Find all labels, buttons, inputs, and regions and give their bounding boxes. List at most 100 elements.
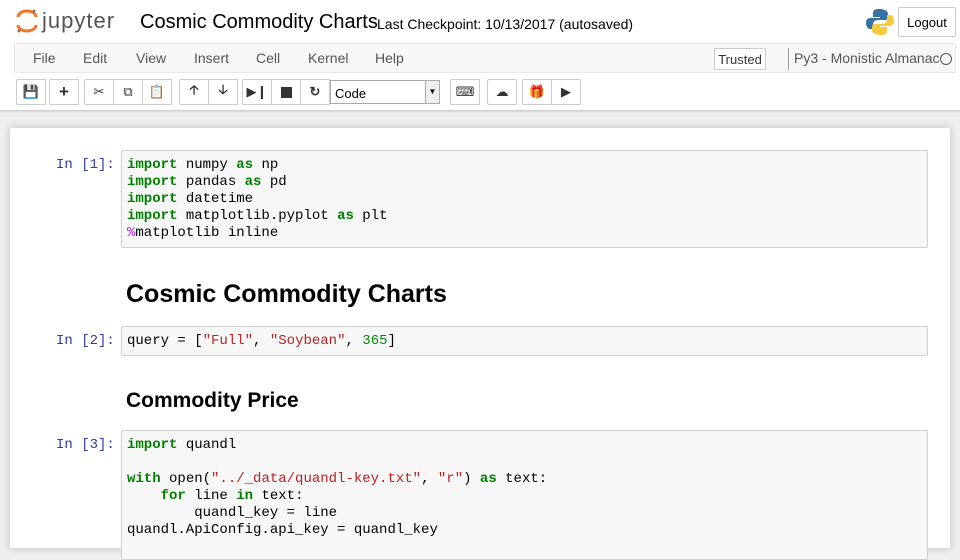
jupyter-logo-icon xyxy=(16,9,38,33)
cell-prompt: In [1]: xyxy=(56,157,115,173)
code-line: for line in text: xyxy=(127,488,922,505)
code-token: matplotlib.pyplot xyxy=(177,208,338,224)
kernel-idle-icon xyxy=(940,53,952,65)
kernel-name[interactable]: Py3 - Monistic Almanac xyxy=(794,50,940,66)
restart-icon: ↻ xyxy=(309,84,321,99)
code-token: 365 xyxy=(362,333,388,349)
code-token: import xyxy=(127,174,178,190)
save-button[interactable]: 💾 xyxy=(16,79,46,105)
cell-type-select[interactable]: Code ▼ xyxy=(330,80,440,104)
code-token: datetime xyxy=(177,191,254,207)
run-button[interactable]: ▶❙ xyxy=(242,79,272,105)
code-token: np xyxy=(253,157,279,173)
menu-kernel[interactable]: Kernel xyxy=(308,50,348,66)
logo-text: jupyter xyxy=(42,8,116,33)
code-token: in xyxy=(236,488,254,504)
notebook-page: In [1]: import numpy as np import pandas … xyxy=(10,128,950,560)
copy-button[interactable]: ⧉ xyxy=(113,79,143,105)
arrow-up-icon: 🡡 xyxy=(189,82,199,97)
code-cell-3[interactable]: import quandl with open("../_data/quandl-… xyxy=(121,430,928,560)
trusted-button[interactable]: Trusted xyxy=(714,48,766,70)
code-line: %matplotlib inline xyxy=(127,225,922,242)
code-line: with open("../_data/quandl-key.txt", "r"… xyxy=(127,471,922,488)
menu-cell[interactable]: Cell xyxy=(256,50,280,66)
move-down-button[interactable]: 🡣 xyxy=(208,79,238,105)
code-token: quandl xyxy=(177,437,237,453)
plus-icon: + xyxy=(59,82,69,101)
save-icon: 💾 xyxy=(22,84,40,99)
gift-button[interactable]: 🎁 xyxy=(522,79,552,105)
code-token: "../_data/quandl-key.txt" xyxy=(211,471,422,487)
jupyter-logo[interactable]: jupyter xyxy=(16,8,115,34)
code-token: , xyxy=(421,471,438,487)
insert-cell-button[interactable]: + xyxy=(49,79,79,105)
cut-button[interactable]: ✂ xyxy=(84,79,114,105)
command-palette-button[interactable]: ⌨ xyxy=(450,79,480,105)
menu-file[interactable]: File xyxy=(33,50,56,66)
code-token: with xyxy=(127,471,161,487)
move-up-button[interactable]: 🡡 xyxy=(179,79,209,105)
code-token: import xyxy=(127,437,178,453)
code-token: ] xyxy=(387,333,396,349)
code-token: as xyxy=(337,208,354,224)
menu-view[interactable]: View xyxy=(136,50,166,66)
code-token: pd xyxy=(261,174,287,190)
python-logo-icon xyxy=(866,9,894,35)
code-line: import pandas as pd xyxy=(127,174,922,191)
keyboard-icon: ⌨ xyxy=(455,84,475,99)
arrow-down-icon: 🡣 xyxy=(218,82,228,97)
stop-icon xyxy=(280,86,292,98)
interrupt-button[interactable] xyxy=(271,79,301,105)
code-token: plt xyxy=(353,208,388,224)
code-token: for xyxy=(160,488,186,504)
code-cell-1[interactable]: import numpy as np import pandas as pd imp… xyxy=(121,150,928,248)
code-cell-2[interactable]: query = ["Full", "Soybean", 365] xyxy=(121,326,928,356)
code-token: import xyxy=(127,191,178,207)
code-token: text: xyxy=(253,488,304,504)
cell-prompt: In [2]: xyxy=(56,333,115,349)
slideshow-button[interactable]: ▶ xyxy=(551,79,581,105)
play-icon: ▶ xyxy=(561,84,571,99)
code-token: matplotlib inline xyxy=(135,225,279,241)
code-token: as xyxy=(479,471,497,487)
code-token: line xyxy=(185,488,237,504)
markdown-heading[interactable]: Cosmic Commodity Charts xyxy=(126,280,447,309)
code-line: import numpy as np xyxy=(127,157,922,174)
divider xyxy=(788,48,789,70)
code-token: "r" xyxy=(437,471,464,487)
code-line: quandl_key = line xyxy=(127,505,922,522)
code-token: , xyxy=(345,333,363,349)
code-line: quandl.ApiConfig.api_key = quandl_key xyxy=(127,522,922,539)
cell-prompt: In [3]: xyxy=(56,437,115,453)
logout-button[interactable]: Logout xyxy=(898,7,956,37)
code-token: quandl.ApiConfig.api_key = quandl_key xyxy=(127,522,438,538)
step-forward-icon: ▶❙ xyxy=(246,84,268,99)
code-token: import xyxy=(127,157,178,173)
code-token: "Full" xyxy=(202,333,254,349)
copy-icon: ⧉ xyxy=(123,84,133,99)
gift-icon: 🎁 xyxy=(528,84,546,99)
cut-icon: ✂ xyxy=(93,84,105,99)
paste-button[interactable]: 📋 xyxy=(142,79,172,105)
menu-help[interactable]: Help xyxy=(375,50,404,66)
code-line: import datetime xyxy=(127,191,922,208)
menu-insert[interactable]: Insert xyxy=(194,50,229,66)
restart-button[interactable]: ↻ xyxy=(300,79,330,105)
menubar: File Edit View Insert Cell Kernel Help T… xyxy=(14,43,956,73)
code-token: as xyxy=(236,157,254,173)
menu-edit[interactable]: Edit xyxy=(83,50,107,66)
markdown-subheading[interactable]: Commodity Price xyxy=(126,389,299,413)
code-line: import matplotlib.pyplot as plt xyxy=(127,208,922,225)
header: jupyter Cosmic Commodity Charts Last Che… xyxy=(0,0,960,110)
code-token: ) xyxy=(463,471,480,487)
upload-button[interactable]: ☁ xyxy=(487,79,517,105)
code-token: import xyxy=(127,208,178,224)
paste-icon: 📋 xyxy=(148,84,166,99)
code-token: pandas xyxy=(177,174,245,190)
notebook-title[interactable]: Cosmic Commodity Charts xyxy=(140,11,378,34)
code-token: as xyxy=(244,174,262,190)
code-line: import quandl xyxy=(127,437,922,454)
checkpoint-status: Last Checkpoint: 10/13/2017 (autosaved) xyxy=(377,16,634,32)
